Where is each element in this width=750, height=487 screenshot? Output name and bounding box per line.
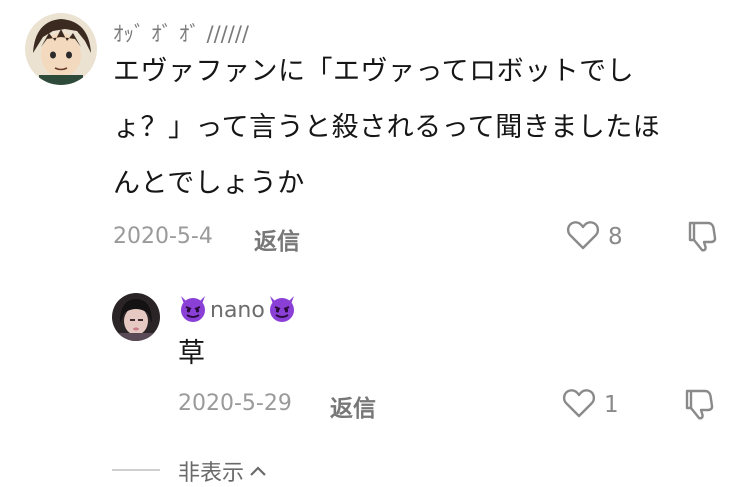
comment-text-line: んとでしょうか <box>113 168 305 199</box>
comment-text-line: ょ？」って言うと殺されるって聞きましたほ <box>113 112 661 143</box>
like-button[interactable]: 8 <box>566 219 623 255</box>
hide-replies-label: 非表示 <box>178 461 245 486</box>
heart-outline-icon <box>566 219 600 255</box>
dislike-button[interactable] <box>684 217 720 257</box>
devil-face-emoji <box>178 293 208 327</box>
comment-date: 2020-5-4 <box>113 224 213 249</box>
reply-avatar[interactable] <box>112 293 160 341</box>
reply-date: 2020-5-29 <box>178 391 292 416</box>
devil-face-emoji <box>267 293 297 327</box>
chevron-up-icon <box>248 459 268 484</box>
comment-text-line: エヴァファンに「エヴァってロボットでし <box>113 56 635 87</box>
reply-reply-button[interactable]: 返信 <box>330 389 376 423</box>
reply-username: nano <box>210 297 265 323</box>
reply-like-button[interactable]: 1 <box>562 387 619 423</box>
reply-button[interactable]: 返信 <box>254 222 300 256</box>
hide-replies-divider <box>112 469 160 471</box>
commenter-avatar[interactable] <box>25 13 97 85</box>
comment-body: エヴァファンに「エヴァってロボットでし ょ？」って言うと殺されるって聞きましたほ… <box>113 44 723 212</box>
reply-text: 草 <box>178 338 206 369</box>
reply-dislike-button[interactable] <box>681 385 717 425</box>
thumbs-down-icon <box>684 217 720 257</box>
thumbs-down-icon <box>681 385 717 425</box>
heart-outline-icon <box>562 387 596 423</box>
like-count: 8 <box>608 224 623 250</box>
hide-replies-button[interactable]: 非表示 <box>178 455 268 487</box>
reply-username-row[interactable]: nano <box>178 293 297 327</box>
reply-like-count: 1 <box>604 392 619 418</box>
